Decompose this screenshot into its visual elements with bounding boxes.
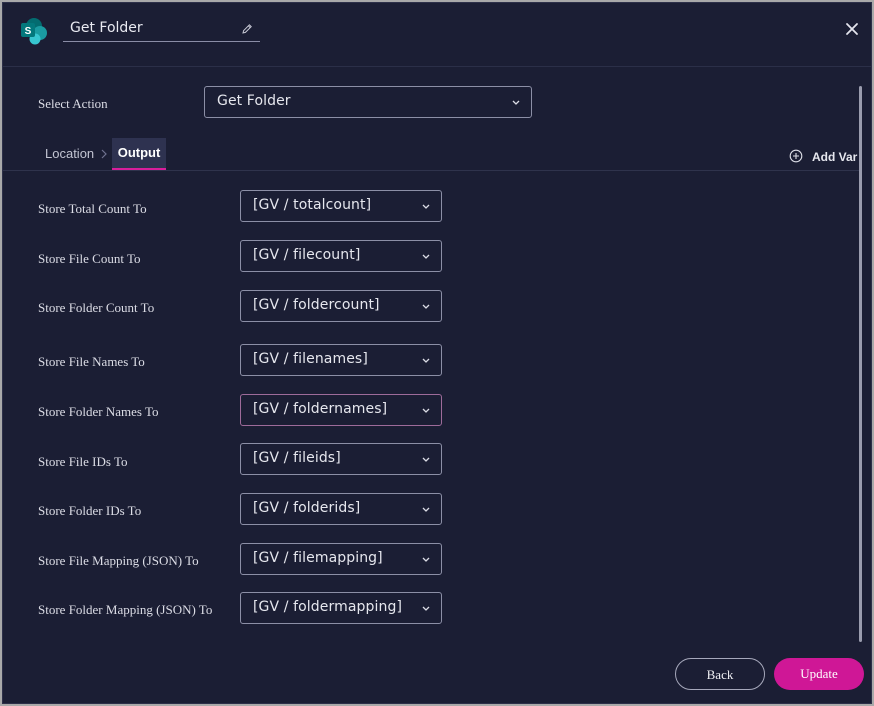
- store-file-count-dropdown[interactable]: [GV / filecount]: [240, 240, 442, 272]
- store-folder-ids-dropdown[interactable]: [GV / folderids]: [240, 493, 442, 525]
- store-file-names-dropdown[interactable]: [GV / filenames]: [240, 344, 442, 376]
- chevron-down-icon: [422, 457, 430, 462]
- chevron-right-icon: [101, 149, 107, 159]
- field-value: [GV / foldermapping]: [253, 599, 402, 615]
- chevron-down-icon: [422, 304, 430, 309]
- field-value: [GV / filenames]: [253, 351, 368, 367]
- store-total-count-dropdown[interactable]: [GV / totalcount]: [240, 190, 442, 222]
- field-label: Store Total Count To: [38, 201, 147, 216]
- store-file-ids-dropdown[interactable]: [GV / fileids]: [240, 443, 442, 475]
- chevron-down-icon: [422, 557, 430, 562]
- pencil-icon[interactable]: [241, 23, 253, 35]
- update-button[interactable]: Update: [774, 658, 864, 690]
- select-action-dropdown[interactable]: Get Folder: [204, 86, 532, 118]
- field-label: Store Folder Mapping (JSON) To: [38, 602, 213, 617]
- chevron-down-icon: [422, 408, 430, 413]
- sharepoint-icon: S: [21, 18, 47, 45]
- store-folder-mapping-dropdown[interactable]: [GV / foldermapping]: [240, 592, 442, 624]
- select-action-label: Select Action: [38, 96, 108, 111]
- field-label: Store Folder IDs To: [38, 503, 142, 518]
- field-value: [GV / filecount]: [253, 247, 361, 263]
- chevron-down-icon: [422, 254, 430, 259]
- field-label: Store File Mapping (JSON) To: [38, 553, 199, 568]
- plus-circle-icon: [789, 149, 803, 163]
- dialog-window: S Get Folder Select Action Get Folder Lo…: [2, 2, 872, 704]
- title-field[interactable]: Get Folder: [63, 17, 260, 42]
- field-label: Store File IDs To: [38, 454, 128, 469]
- tabs-divider: [3, 170, 861, 171]
- field-value: [GV / foldernames]: [253, 401, 388, 417]
- chevron-down-icon: [422, 507, 430, 512]
- tab-location[interactable]: Location: [37, 138, 102, 170]
- tab-output[interactable]: Output: [112, 138, 166, 170]
- chevron-down-icon: [512, 100, 520, 105]
- field-value: [GV / foldercount]: [253, 297, 380, 313]
- field-label: Store File Count To: [38, 251, 141, 266]
- field-label: Store Folder Names To: [38, 404, 159, 419]
- dialog-title: Get Folder: [70, 20, 143, 36]
- store-folder-names-dropdown[interactable]: [GV / foldernames]: [240, 394, 442, 426]
- close-icon[interactable]: [845, 22, 859, 36]
- select-action-value: Get Folder: [217, 93, 291, 109]
- svg-text:S: S: [25, 26, 32, 37]
- chevron-down-icon: [422, 358, 430, 363]
- add-var-label: Add Var: [812, 150, 858, 164]
- chevron-down-icon: [422, 606, 430, 611]
- field-label: Store Folder Count To: [38, 300, 155, 315]
- chevron-down-icon: [422, 204, 430, 209]
- field-label: Store File Names To: [38, 354, 145, 369]
- field-value: [GV / totalcount]: [253, 197, 372, 213]
- store-file-mapping-dropdown[interactable]: [GV / filemapping]: [240, 543, 442, 575]
- back-button[interactable]: Back: [675, 658, 765, 690]
- store-folder-count-dropdown[interactable]: [GV / foldercount]: [240, 290, 442, 322]
- field-value: [GV / fileids]: [253, 450, 341, 466]
- field-value: [GV / filemapping]: [253, 550, 383, 566]
- dialog-header: S Get Folder: [3, 3, 871, 67]
- field-value: [GV / folderids]: [253, 500, 361, 516]
- scrollbar[interactable]: [859, 86, 862, 642]
